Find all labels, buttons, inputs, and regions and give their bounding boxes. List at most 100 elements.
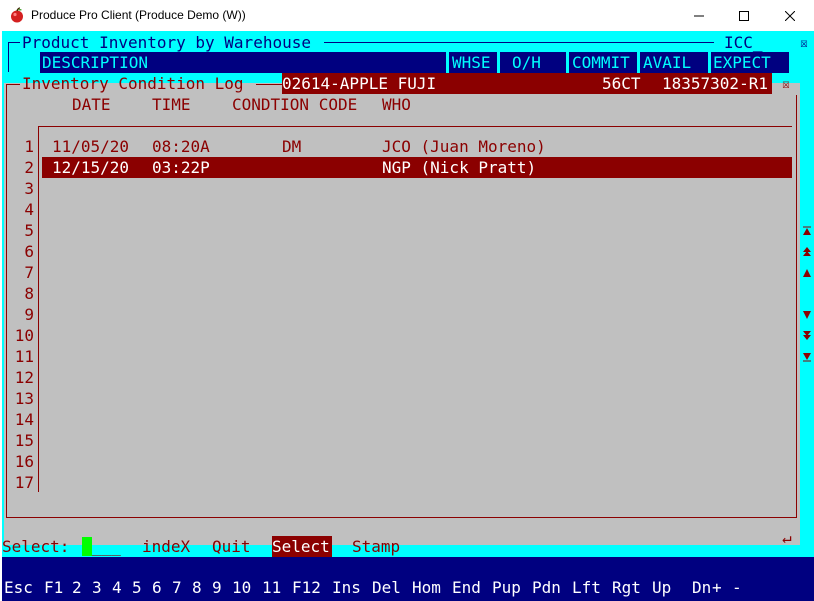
row-number: 7 xyxy=(24,263,34,282)
row-number: 12 xyxy=(14,368,34,387)
page-down-icon[interactable] xyxy=(802,331,812,341)
row-number: 14 xyxy=(14,410,34,429)
list-frame-left xyxy=(38,126,39,492)
row-date: 11/05/20 xyxy=(52,137,130,156)
function-key[interactable]: Lft xyxy=(572,577,601,598)
col-avail: AVAIL xyxy=(643,53,692,72)
outer-frame-left xyxy=(8,42,9,72)
outer-window-title: Product Inventory by Warehouse xyxy=(22,33,311,52)
function-key[interactable]: 2 xyxy=(72,577,82,598)
row-number: 8 xyxy=(24,284,34,303)
scroll-bottom-icon[interactable] xyxy=(802,352,812,362)
input-cursor xyxy=(82,537,92,556)
header-condition-code: CONDTION CODE xyxy=(232,95,358,114)
scrollbar-thumb[interactable] xyxy=(802,515,812,557)
row-time: 03:22P xyxy=(152,158,210,177)
row-number: 3 xyxy=(24,179,34,198)
col-oh: O/H xyxy=(512,53,541,72)
menu-select[interactable]: Select xyxy=(272,536,330,557)
dialog-title: Inventory Condition Log xyxy=(22,74,244,93)
function-key[interactable]: 8 xyxy=(192,577,202,598)
function-key[interactable]: 3 xyxy=(92,577,102,598)
row-number: 16 xyxy=(14,452,34,471)
header-date: DATE xyxy=(72,95,111,114)
function-key[interactable]: End xyxy=(452,577,481,598)
row-who: NGP (Nick Pratt) xyxy=(382,158,537,177)
function-key[interactable]: Pup xyxy=(492,577,521,598)
product-pack: 56CT xyxy=(602,74,641,93)
function-key[interactable]: 11 xyxy=(262,577,281,598)
function-key[interactable]: 10 xyxy=(232,577,251,598)
enter-icon: ↵ xyxy=(782,528,792,547)
function-key[interactable]: Up xyxy=(652,577,671,598)
header-time: TIME xyxy=(152,95,191,114)
row-date: 12/15/20 xyxy=(52,158,130,177)
dialog-frame-left xyxy=(6,84,7,518)
select-prompt: Select: xyxy=(2,537,70,556)
menu-quit[interactable]: Quit xyxy=(212,536,251,557)
outer-frame-top xyxy=(324,42,714,43)
row-condition-code: DM xyxy=(282,137,302,156)
row-number: 10 xyxy=(14,326,34,345)
dialog-frame-bottom xyxy=(6,517,796,518)
menu-index[interactable]: indeX xyxy=(142,536,190,557)
row-number: 13 xyxy=(14,389,34,408)
dialog-frame-top-left xyxy=(6,84,20,85)
function-key[interactable]: 4 xyxy=(112,577,122,598)
row-number: 4 xyxy=(24,200,34,219)
row-number: 1 xyxy=(24,137,34,156)
function-key[interactable]: 5 xyxy=(132,577,142,598)
select-input[interactable]: ___ xyxy=(92,536,121,557)
dialog-frame-right xyxy=(796,95,797,518)
page-up-icon[interactable] xyxy=(802,247,812,257)
row-number: 6 xyxy=(24,242,34,261)
product-name: 02614-APPLE FUJI xyxy=(282,74,437,93)
list-frame-top xyxy=(38,126,792,127)
function-key[interactable]: Ins xyxy=(332,577,361,598)
terminal-screen: Product Inventory by Warehouse ICC_ ☒ DE… xyxy=(2,31,814,601)
row-number: 2 xyxy=(24,158,34,177)
dialog-close-icon[interactable]: ☒ xyxy=(782,74,790,95)
menu-stamp[interactable]: Stamp xyxy=(352,536,400,557)
col-whse: WHSE xyxy=(452,53,491,72)
product-lot: 18357302-R1 xyxy=(662,74,768,93)
function-key[interactable]: Dn xyxy=(692,577,711,598)
function-key[interactable]: 7 xyxy=(172,577,182,598)
row-number: 9 xyxy=(24,305,34,324)
dialog-frame-top-mid xyxy=(256,84,282,85)
function-key[interactable]: + xyxy=(712,577,722,598)
window-title: Produce Pro Client (Produce Demo (W)) xyxy=(31,8,246,22)
function-key[interactable]: Esc xyxy=(4,577,33,598)
function-key[interactable]: Pdn xyxy=(532,577,561,598)
scroll-up-icon[interactable] xyxy=(802,268,812,278)
row-number: 11 xyxy=(14,347,34,366)
apple-app-icon xyxy=(11,7,23,23)
row-number: 17 xyxy=(14,473,34,492)
row-number: 5 xyxy=(24,221,34,240)
row-who: JCO (Juan Moreno) xyxy=(382,137,546,156)
function-key[interactable]: 6 xyxy=(152,577,162,598)
function-key[interactable]: Del xyxy=(372,577,401,598)
col-commit: COMMIT xyxy=(572,53,630,72)
header-who: WHO xyxy=(382,95,411,114)
function-key[interactable]: 9 xyxy=(212,577,222,598)
function-key[interactable]: Rgt xyxy=(612,577,641,598)
function-key[interactable]: F12 xyxy=(292,577,321,598)
outer-window-code: ICC_ xyxy=(724,33,763,52)
close-icon xyxy=(785,10,795,21)
close-window-button[interactable] xyxy=(767,0,813,31)
function-key[interactable]: - xyxy=(732,577,742,598)
scroll-down-icon[interactable] xyxy=(802,310,812,320)
condition-log-dialog: Inventory Condition Log 02614-APPLE FUJI… xyxy=(4,73,800,547)
col-expect: EXPECT xyxy=(713,53,771,72)
scroll-top-icon[interactable] xyxy=(802,226,812,236)
maximize-button[interactable] xyxy=(721,0,767,31)
function-key[interactable]: Hom xyxy=(412,577,441,598)
outer-close-icon[interactable]: ☒ xyxy=(800,33,808,54)
minimize-icon xyxy=(694,15,704,16)
minimize-button[interactable] xyxy=(676,0,722,31)
function-key[interactable]: F1 xyxy=(44,577,63,598)
col-description: DESCRIPTION xyxy=(42,53,148,72)
row-time: 08:20A xyxy=(152,137,210,156)
window-titlebar: Produce Pro Client (Produce Demo (W)) xyxy=(0,0,814,31)
